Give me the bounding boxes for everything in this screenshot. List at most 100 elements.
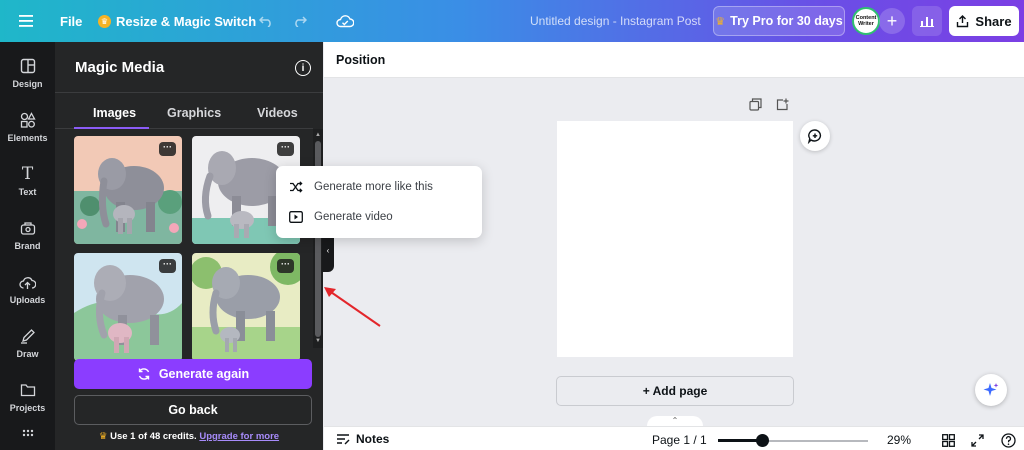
scroll-up-icon[interactable]: ▲ — [313, 130, 323, 140]
apps-grid-icon — [19, 426, 37, 444]
context-toolbar: Position — [324, 42, 1024, 78]
brand-icon — [19, 219, 37, 237]
footer-bar: Notes Page 1 / 1 29% — [324, 426, 1024, 450]
text-icon: T — [21, 164, 34, 184]
top-bar: File ♛ Resize & Magic Switch Untitled de… — [0, 0, 1024, 42]
file-menu[interactable]: File — [60, 0, 82, 42]
redo-icon[interactable] — [293, 0, 307, 42]
generated-image-3[interactable]: ··· — [74, 253, 182, 361]
zoom-percentage[interactable]: 29% — [887, 433, 911, 447]
fullscreen-icon[interactable] — [969, 432, 985, 448]
upload-icon — [957, 14, 969, 27]
more-options-button[interactable]: ··· — [277, 142, 294, 156]
draw-icon — [19, 327, 37, 345]
resize-magic-switch-button[interactable]: ♛ Resize & Magic Switch — [98, 0, 256, 42]
add-page-button[interactable]: + Add page — [556, 376, 794, 406]
generate-again-label: Generate again — [158, 367, 250, 381]
share-label: Share — [975, 13, 1012, 29]
notes-icon — [337, 434, 350, 445]
rail-label: Uploads — [9, 295, 46, 305]
panel-title: Magic Media — [75, 59, 165, 76]
menu-icon[interactable] — [19, 0, 33, 42]
shuffle-icon — [288, 179, 304, 195]
video-play-icon — [288, 209, 304, 225]
help-icon[interactable] — [1000, 432, 1016, 448]
generated-image-1[interactable]: ··· — [74, 136, 182, 244]
rail-label: Design — [12, 79, 43, 89]
more-options-button[interactable]: ··· — [159, 259, 176, 273]
uploads-icon — [19, 273, 37, 291]
upgrade-link[interactable]: Upgrade for more — [199, 431, 279, 442]
undo-icon[interactable] — [259, 0, 273, 42]
duplicate-page-icon[interactable] — [749, 98, 763, 112]
crown-icon: ♛ — [98, 431, 108, 442]
bar-chart-icon — [920, 17, 934, 27]
zoom-slider-handle[interactable] — [755, 434, 769, 447]
add-collaborator-icon[interactable]: + — [879, 8, 905, 34]
rail-label: Text — [18, 187, 37, 197]
resize-magic-switch-label: Resize & Magic Switch — [116, 13, 257, 29]
crown-icon: ♛ — [98, 14, 111, 28]
cloud-saved-icon[interactable] — [336, 0, 354, 42]
credits-note: ♛ Use 1 of 48 credits. Upgrade for more — [55, 431, 323, 442]
rail-item-apps[interactable] — [0, 426, 55, 450]
rail-item-text[interactable]: T Text — [0, 156, 55, 206]
rail-label: Elements — [7, 133, 48, 143]
add-page-icon[interactable] — [776, 98, 790, 112]
annotation-arrow — [324, 287, 381, 327]
notes-button[interactable]: Notes — [336, 432, 389, 446]
menu-item-generate-video[interactable]: Generate video — [276, 202, 482, 232]
rail-item-projects[interactable]: Projects — [0, 372, 55, 422]
elements-icon — [19, 111, 37, 129]
try-pro-button[interactable]: ♛ Try Pro for 30 days — [713, 6, 845, 36]
avatar[interactable]: Content Writer — [852, 7, 880, 35]
rail-label: Draw — [16, 349, 39, 359]
rail-item-draw[interactable]: Draw — [0, 318, 55, 368]
tab-images[interactable]: Images — [93, 106, 136, 120]
rail-label: Projects — [9, 403, 46, 413]
zoom-slider-fill — [718, 439, 762, 442]
more-options-button[interactable]: ··· — [277, 259, 294, 273]
comment-button[interactable] — [800, 121, 830, 151]
rail-label: Brand — [14, 241, 41, 251]
rail-item-elements[interactable]: Elements — [0, 102, 55, 152]
position-button[interactable]: Position — [336, 53, 385, 67]
info-icon[interactable]: i — [295, 60, 311, 76]
share-button[interactable]: Share — [949, 6, 1019, 36]
chevron-left-icon: ‹ — [326, 245, 330, 255]
tab-videos[interactable]: Videos — [257, 106, 298, 120]
menu-item-label: Generate more like this — [314, 181, 433, 193]
page-indicator[interactable]: Page 1 / 1 — [652, 433, 707, 447]
projects-icon — [19, 381, 37, 399]
insights-button[interactable] — [912, 6, 942, 36]
credits-text: Use 1 of 48 credits. — [110, 431, 197, 442]
rail-item-design[interactable]: Design — [0, 48, 55, 98]
comment-add-icon — [807, 129, 822, 144]
rail-item-uploads[interactable]: Uploads — [0, 264, 55, 314]
menu-item-label: Generate video — [314, 211, 393, 223]
design-icon — [19, 57, 37, 75]
sparkle-icon — [983, 383, 999, 396]
crown-icon: ♛ — [715, 15, 726, 28]
go-back-button[interactable]: Go back — [74, 395, 312, 425]
notes-label: Notes — [356, 432, 390, 446]
refresh-icon — [138, 368, 150, 380]
chevron-up-icon: ⌃ — [671, 416, 679, 425]
grid-view-icon[interactable] — [940, 432, 956, 448]
rail-item-brand[interactable]: Brand — [0, 210, 55, 260]
scroll-down-icon[interactable]: ▼ — [313, 336, 323, 346]
more-options-button[interactable]: ··· — [159, 142, 176, 156]
design-canvas[interactable] — [557, 121, 793, 357]
active-tab-indicator — [74, 127, 149, 129]
menu-item-generate-more[interactable]: Generate more like this — [276, 172, 482, 202]
show-pages-toggle[interactable]: ⌃ — [647, 416, 703, 426]
magic-assistant-button[interactable] — [975, 374, 1007, 406]
generate-again-button[interactable]: Generate again — [74, 359, 312, 389]
generated-image-4[interactable]: ··· — [192, 253, 300, 361]
magic-media-panel: Magic Media i Images Graphics Videos ··· — [55, 42, 323, 450]
tab-graphics[interactable]: Graphics — [167, 106, 221, 120]
document-title[interactable]: Untitled design - Instagram Post — [530, 0, 701, 42]
divider — [55, 92, 323, 93]
try-pro-label: Try Pro for 30 days — [730, 14, 843, 28]
image-context-menu: Generate more like this Generate video — [276, 166, 482, 238]
